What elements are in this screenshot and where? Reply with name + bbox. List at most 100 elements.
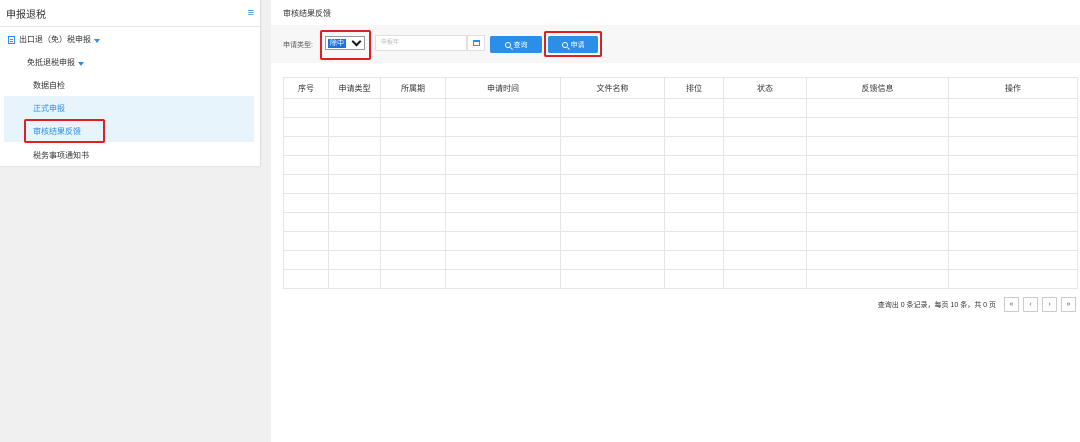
table-cell xyxy=(560,155,665,175)
table-body xyxy=(283,98,1078,289)
table-cell xyxy=(283,136,329,156)
col-header: 申请时间 xyxy=(445,77,561,99)
menu-export-refund[interactable]: 出口退（免）税申报 xyxy=(8,34,100,45)
caret-down-icon xyxy=(78,61,84,66)
table-cell xyxy=(328,155,381,175)
table-cell xyxy=(283,212,329,232)
table-cell xyxy=(328,193,381,213)
col-header: 排位 xyxy=(664,77,724,99)
annotation-box-apply xyxy=(544,31,602,57)
pagination-info: 查询出 0 条记录，每页 10 条，共 0 页 xyxy=(877,301,996,309)
table-cell xyxy=(948,250,1078,270)
table-cell xyxy=(664,231,724,251)
sidebar-item-data-check[interactable]: 数据自检 xyxy=(33,80,65,91)
table-cell xyxy=(806,136,949,156)
table-cell xyxy=(380,250,446,270)
table-cell xyxy=(806,155,949,175)
table-cell xyxy=(380,193,446,213)
table-cell xyxy=(664,174,724,194)
sidebar-item-label: 正式申报 xyxy=(33,104,65,113)
sidebar: 申报退税 ≡ 出口退（免）税申报 免抵退税申报 数据自检 正式申报 审核结果反馈… xyxy=(0,0,261,166)
table-cell xyxy=(664,98,724,118)
table-cell xyxy=(664,212,724,232)
table-cell xyxy=(723,250,807,270)
table-cell xyxy=(948,212,1078,232)
caret-down-icon xyxy=(94,38,100,43)
table-cell xyxy=(560,174,665,194)
pagination: 查询出 0 条记录，每页 10 条，共 0 页 « ‹ › » xyxy=(878,297,1076,312)
table-cell xyxy=(328,250,381,270)
col-header: 文件名称 xyxy=(560,77,665,99)
table-cell xyxy=(328,269,381,289)
sidebar-item-tax-notice[interactable]: 税务事项通知书 xyxy=(33,150,89,161)
table-cell xyxy=(328,136,381,156)
col-header: 所属期 xyxy=(380,77,446,99)
table-cell xyxy=(283,193,329,213)
table-cell xyxy=(283,155,329,175)
table-cell xyxy=(380,155,446,175)
table-row xyxy=(283,155,1078,175)
table-cell xyxy=(445,155,561,175)
table-cell xyxy=(806,98,949,118)
sidebar-item-formal-declaration[interactable]: 正式申报 xyxy=(33,103,65,114)
table-cell xyxy=(723,155,807,175)
annotation-box-sidebar xyxy=(24,119,105,143)
first-page-button[interactable]: « xyxy=(1004,297,1019,312)
type-label: 申请类型: xyxy=(283,42,313,49)
table-cell xyxy=(806,269,949,289)
table-cell xyxy=(445,136,561,156)
table-cell xyxy=(806,212,949,232)
last-page-button[interactable]: » xyxy=(1061,297,1076,312)
table-header-row: 序号 申请类型 所属期 申请时间 文件名称 排位 状态 反馈信息 操作 xyxy=(283,77,1078,99)
search-icon xyxy=(504,41,511,48)
col-header: 状态 xyxy=(723,77,807,99)
calendar-button[interactable] xyxy=(467,35,485,51)
table-cell xyxy=(380,98,446,118)
table-row xyxy=(283,136,1078,156)
col-header: 操作 xyxy=(948,77,1078,99)
table-cell xyxy=(664,136,724,156)
table-cell xyxy=(948,136,1078,156)
table-cell xyxy=(806,117,949,137)
table-cell xyxy=(723,117,807,137)
filter-bar: 申请类型: 除中 申报年 查询 申请 xyxy=(271,25,1080,63)
sidebar-header: 申报退税 ≡ xyxy=(0,0,260,27)
table-cell xyxy=(283,98,329,118)
period-input[interactable]: 申报年 xyxy=(375,35,467,51)
table-cell xyxy=(723,193,807,213)
table-cell xyxy=(806,231,949,251)
query-button[interactable]: 查询 xyxy=(490,36,542,53)
table-cell xyxy=(723,269,807,289)
table-cell xyxy=(723,212,807,232)
table-cell xyxy=(283,117,329,137)
table-cell xyxy=(445,212,561,232)
prev-page-button[interactable]: ‹ xyxy=(1023,297,1038,312)
table-row xyxy=(283,117,1078,137)
table-cell xyxy=(560,269,665,289)
table-cell xyxy=(445,174,561,194)
menu-exemption-declaration-label: 免抵退税申报 xyxy=(27,58,75,67)
table-cell xyxy=(445,193,561,213)
table-cell xyxy=(560,98,665,118)
next-page-button[interactable]: › xyxy=(1042,297,1057,312)
table-cell xyxy=(560,250,665,270)
table-cell xyxy=(806,250,949,270)
table-row xyxy=(283,193,1078,213)
table-cell xyxy=(445,117,561,137)
table-cell xyxy=(948,117,1078,137)
table-cell xyxy=(948,174,1078,194)
table-cell xyxy=(664,193,724,213)
table-cell xyxy=(560,231,665,251)
sidebar-item-label: 数据自检 xyxy=(33,81,65,90)
menu-exemption-declaration[interactable]: 免抵退税申报 xyxy=(27,57,84,68)
table-cell xyxy=(380,117,446,137)
table-cell xyxy=(328,174,381,194)
table-cell xyxy=(560,212,665,232)
table-cell xyxy=(948,193,1078,213)
table-cell xyxy=(806,174,949,194)
table-cell xyxy=(283,250,329,270)
table-cell xyxy=(948,231,1078,251)
table-cell xyxy=(723,231,807,251)
sidebar-item-label: 税务事项通知书 xyxy=(33,151,89,160)
hamburger-icon[interactable]: ≡ xyxy=(248,7,254,19)
